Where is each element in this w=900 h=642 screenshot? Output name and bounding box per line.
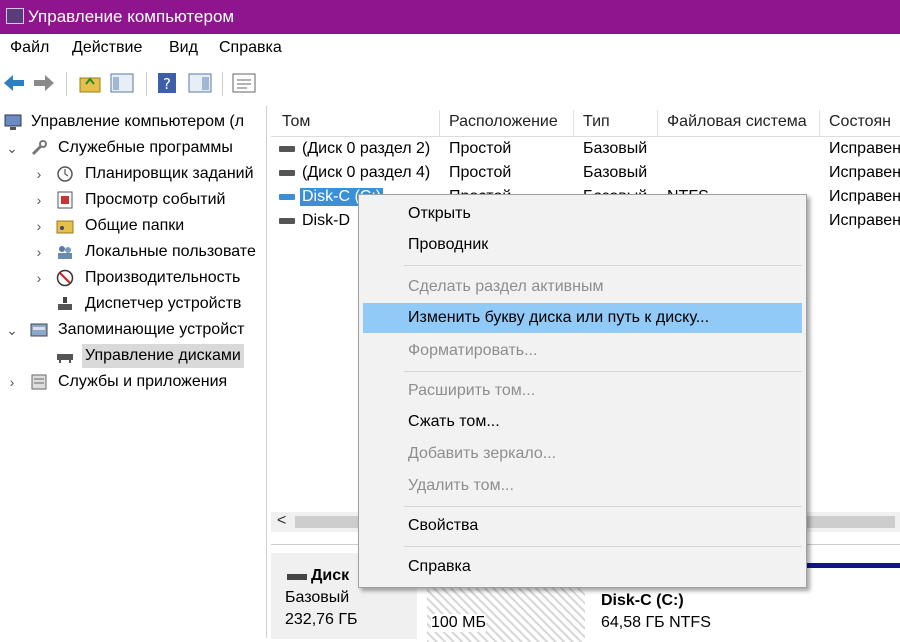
context-menu: Открыть Проводник Сделать раздел активны… [358,194,807,588]
chevron-right-icon[interactable]: › [33,214,45,238]
menu-item-open[interactable]: Открыть [363,199,802,229]
svg-text:?: ? [163,75,171,93]
chevron-right-icon[interactable]: › [33,188,45,212]
menu-bar: Файл Действие Вид Справка [0,34,900,64]
device-manager-icon [58,297,72,310]
menu-item-explorer[interactable]: Проводник [363,230,802,260]
show-hide-tree-icon[interactable] [110,72,134,94]
menu-separator [404,265,802,266]
users-icon [58,246,72,259]
performance-icon [56,269,74,287]
toolbar: ? [0,64,900,102]
chevron-right-icon[interactable]: › [33,240,45,264]
menu-item-shrink[interactable]: Сжать том... [363,407,802,437]
column-filesystem[interactable]: Файловая система [667,113,807,131]
menu-item-properties[interactable]: Свойства [363,511,802,541]
chevron-right-icon[interactable]: › [33,266,45,290]
volume-list-header: Том Расположение Тип Файловая система Со… [271,110,900,137]
column-layout[interactable]: Расположение [449,113,558,131]
menu-item-make-active: Сделать раздел активным [408,278,604,295]
disk-icon [287,574,307,580]
menu-separator [404,506,802,507]
computer-management-icon [6,8,24,24]
storage-icon [30,323,48,337]
menu-item-help[interactable]: Справка [363,552,802,582]
tools-icon [31,140,47,156]
drive-icon [279,170,295,176]
menu-item-delete: Удалить том... [408,477,514,494]
properties-pane-icon[interactable] [188,72,212,94]
title-bar: Управление компьютером [0,0,900,34]
disk-management-icon [57,354,73,363]
shared-folder-icon [56,220,74,234]
menu-action[interactable]: Действие [72,39,142,57]
column-volume[interactable]: Том [282,113,310,131]
volume-row[interactable]: (Диск 0 раздел 4) Простой Базовый Исправ… [271,162,900,186]
scroll-left-arrow[interactable]: < [277,512,286,530]
menu-item-format: Форматировать... [408,342,538,359]
services-icon [31,374,47,390]
drive-icon [279,194,295,200]
menu-item-extend: Расширить том... [408,382,536,399]
drive-icon [279,218,295,224]
disk-name: Диск [311,567,350,584]
chevron-right-icon[interactable]: › [33,162,45,186]
chevron-down-icon[interactable]: ⌄ [6,136,18,160]
disk-type: Базовый [285,589,350,606]
menu-file[interactable]: Файл [10,39,49,57]
volume-row[interactable]: (Диск 0 раздел 2) Простой Базовый Исправ… [271,138,900,162]
list-view-icon[interactable] [232,72,256,94]
clock-icon [57,166,73,182]
menu-separator [404,371,802,372]
event-viewer-icon [57,191,73,209]
back-arrow-icon[interactable] [2,72,26,94]
menu-item-add-mirror: Добавить зеркало... [408,445,557,462]
chevron-down-icon[interactable]: ⌄ [6,318,18,342]
menu-view[interactable]: Вид [169,39,198,57]
chevron-right-icon[interactable]: › [6,370,18,394]
help-icon[interactable]: ? [156,72,180,94]
menu-item-change-drive-letter[interactable]: Изменить букву диска или путь к диску... [363,303,802,333]
menu-help[interactable]: Справка [219,39,282,57]
disk-size: 232,76 ГБ [285,611,358,628]
window-title: Управление компьютером [28,7,235,26]
menu-separator [404,546,802,547]
drive-icon [279,146,295,152]
navigation-tree: Управление компьютером (л ⌄ Служебные пр… [0,106,267,638]
up-folder-icon[interactable] [78,72,102,94]
column-status[interactable]: Состоян [829,113,891,131]
forward-arrow-icon[interactable] [32,72,56,94]
column-type[interactable]: Тип [583,113,610,131]
computer-icon [4,114,22,130]
